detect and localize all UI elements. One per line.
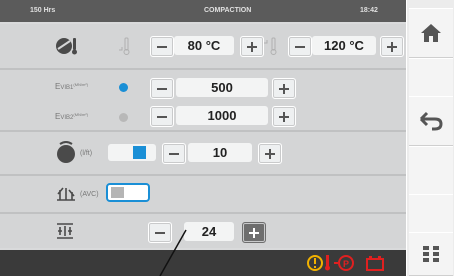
- home-icon: [421, 24, 441, 42]
- sidebar-blank-button-2[interactable]: [409, 146, 453, 196]
- back-button[interactable]: [409, 96, 453, 146]
- pointer-line: [159, 229, 187, 276]
- back-arrow-icon: [419, 111, 443, 131]
- right-sidebar: [407, 0, 454, 276]
- menu-button[interactable]: [409, 232, 453, 276]
- grid-menu-icon: [423, 246, 439, 262]
- home-button[interactable]: [409, 8, 453, 58]
